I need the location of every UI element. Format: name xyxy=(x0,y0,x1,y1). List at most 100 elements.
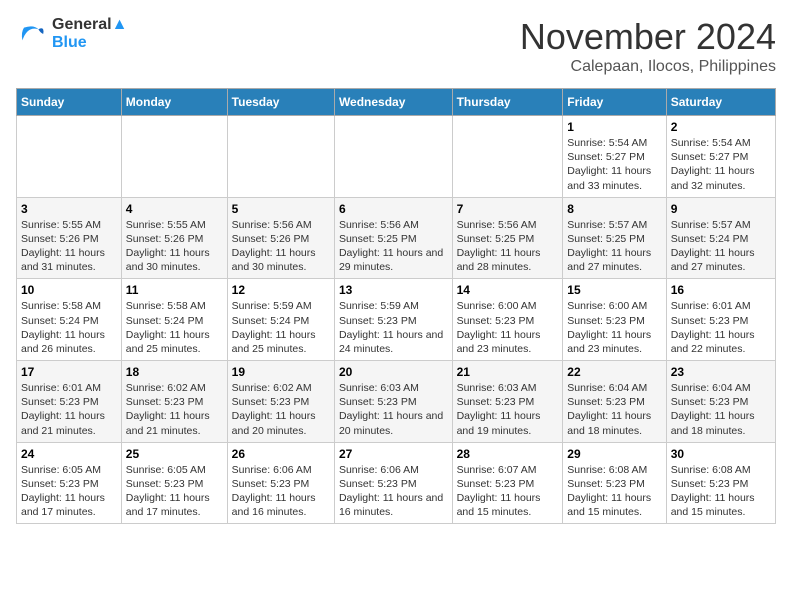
calendar-cell xyxy=(334,116,452,198)
day-number: 11 xyxy=(126,283,223,297)
day-info: Sunrise: 6:03 AMSunset: 5:23 PMDaylight:… xyxy=(457,381,559,438)
title-block: November 2024 Calepaan, Ilocos, Philippi… xyxy=(520,16,776,76)
day-number: 17 xyxy=(21,365,117,379)
day-info: Sunrise: 6:07 AMSunset: 5:23 PMDaylight:… xyxy=(457,463,559,520)
day-number: 5 xyxy=(232,202,330,216)
calendar-cell: 19 Sunrise: 6:02 AMSunset: 5:23 PMDayligh… xyxy=(227,361,334,443)
calendar-week-row: 24Sunrise: 6:05 AMSunset: 5:23 PMDayligh… xyxy=(17,442,776,524)
day-info: Sunrise: 5:56 AMSunset: 5:26 PMDaylight:… xyxy=(232,218,330,275)
day-info: Sunrise: 5:55 AMSunset: 5:26 PMDaylight:… xyxy=(21,218,117,275)
day-number: 2 xyxy=(671,120,771,134)
calendar-cell: 12Sunrise: 5:59 AMSunset: 5:24 PMDayligh… xyxy=(227,279,334,361)
day-info: Sunrise: 6:05 AMSunset: 5:23 PMDaylight:… xyxy=(21,463,117,520)
day-info: Sunrise: 5:55 AMSunset: 5:26 PMDaylight:… xyxy=(126,218,223,275)
calendar-cell xyxy=(17,116,122,198)
day-number: 16 xyxy=(671,283,771,297)
calendar-cell: 25Sunrise: 6:05 AMSunset: 5:23 PMDayligh… xyxy=(121,442,227,524)
day-info: Sunrise: 5:56 AMSunset: 5:25 PMDaylight:… xyxy=(339,218,448,275)
day-number: 10 xyxy=(21,283,117,297)
calendar-cell: 4 Sunrise: 5:55 AMSunset: 5:26 PMDaylight… xyxy=(121,197,227,279)
calendar-cell: 6 Sunrise: 5:56 AMSunset: 5:25 PMDaylight… xyxy=(334,197,452,279)
day-info: Sunrise: 6:06 AMSunset: 5:23 PMDaylight:… xyxy=(339,463,448,520)
day-number: 23 xyxy=(671,365,771,379)
day-number: 8 xyxy=(567,202,661,216)
day-number: 19 xyxy=(232,365,330,379)
day-info: Sunrise: 6:06 AMSunset: 5:23 PMDaylight:… xyxy=(232,463,330,520)
calendar-cell xyxy=(121,116,227,198)
calendar-cell: 11 Sunrise: 5:58 AMSunset: 5:24 PMDayligh… xyxy=(121,279,227,361)
calendar-cell: 16 Sunrise: 6:01 AMSunset: 5:23 PMDayligh… xyxy=(666,279,775,361)
calendar-cell: 8 Sunrise: 5:57 AMSunset: 5:25 PMDaylight… xyxy=(563,197,666,279)
day-number: 20 xyxy=(339,365,448,379)
weekday-header: Tuesday xyxy=(227,89,334,116)
day-info: Sunrise: 6:05 AMSunset: 5:23 PMDaylight:… xyxy=(126,463,223,520)
day-number: 14 xyxy=(457,283,559,297)
day-info: Sunrise: 6:00 AMSunset: 5:23 PMDaylight:… xyxy=(457,299,559,356)
day-info: Sunrise: 5:58 AMSunset: 5:24 PMDaylight:… xyxy=(126,299,223,356)
day-info: Sunrise: 6:01 AMSunset: 5:23 PMDaylight:… xyxy=(671,299,771,356)
logo-text: General▲ Blue xyxy=(52,16,127,52)
calendar-week-row: 3Sunrise: 5:55 AMSunset: 5:26 PMDaylight… xyxy=(17,197,776,279)
day-info: Sunrise: 6:00 AMSunset: 5:23 PMDaylight:… xyxy=(567,299,661,356)
weekday-header: Saturday xyxy=(666,89,775,116)
calendar-cell: 3Sunrise: 5:55 AMSunset: 5:26 PMDaylight… xyxy=(17,197,122,279)
calendar-table: SundayMondayTuesdayWednesdayThursdayFrid… xyxy=(16,88,776,524)
weekday-header: Thursday xyxy=(452,89,563,116)
calendar-cell: 21 Sunrise: 6:03 AMSunset: 5:23 PMDayligh… xyxy=(452,361,563,443)
calendar-cell: 17 Sunrise: 6:01 AMSunset: 5:23 PMDayligh… xyxy=(17,361,122,443)
day-info: Sunrise: 5:58 AMSunset: 5:24 PMDaylight:… xyxy=(21,299,117,356)
weekday-header: Wednesday xyxy=(334,89,452,116)
logo: General▲ Blue xyxy=(16,16,127,52)
weekday-header: Monday xyxy=(121,89,227,116)
calendar-cell: 5 Sunrise: 5:56 AMSunset: 5:26 PMDaylight… xyxy=(227,197,334,279)
day-info: Sunrise: 5:59 AMSunset: 5:24 PMDaylight:… xyxy=(232,299,330,356)
calendar-cell: 18 Sunrise: 6:02 AMSunset: 5:23 PMDayligh… xyxy=(121,361,227,443)
day-number: 30 xyxy=(671,447,771,461)
day-info: Sunrise: 6:08 AMSunset: 5:23 PMDaylight:… xyxy=(567,463,661,520)
day-info: Sunrise: 5:54 AMSunset: 5:27 PMDaylight:… xyxy=(567,136,661,193)
day-info: Sunrise: 5:56 AMSunset: 5:25 PMDaylight:… xyxy=(457,218,559,275)
calendar-cell: 15 Sunrise: 6:00 AMSunset: 5:23 PMDayligh… xyxy=(563,279,666,361)
weekday-header: Friday xyxy=(563,89,666,116)
day-number: 15 xyxy=(567,283,661,297)
day-info: Sunrise: 5:59 AMSunset: 5:23 PMDaylight:… xyxy=(339,299,448,356)
day-number: 4 xyxy=(126,202,223,216)
calendar-cell xyxy=(227,116,334,198)
calendar-cell: 22Sunrise: 6:04 AMSunset: 5:23 PMDayligh… xyxy=(563,361,666,443)
day-info: Sunrise: 6:03 AMSunset: 5:23 PMDaylight:… xyxy=(339,381,448,438)
calendar-cell: 10 Sunrise: 5:58 AMSunset: 5:24 PMDayligh… xyxy=(17,279,122,361)
day-info: Sunrise: 5:57 AMSunset: 5:24 PMDaylight:… xyxy=(671,218,771,275)
page-header: General▲ Blue November 2024 Calepaan, Il… xyxy=(16,16,776,76)
calendar-cell: 23 Sunrise: 6:04 AMSunset: 5:23 PMDayligh… xyxy=(666,361,775,443)
calendar-cell: 13 Sunrise: 5:59 AMSunset: 5:23 PMDayligh… xyxy=(334,279,452,361)
day-info: Sunrise: 6:02 AMSunset: 5:23 PMDaylight:… xyxy=(232,381,330,438)
calendar-cell: 29 Sunrise: 6:08 AMSunset: 5:23 PMDayligh… xyxy=(563,442,666,524)
location: Calepaan, Ilocos, Philippines xyxy=(520,58,776,76)
calendar-cell: 20 Sunrise: 6:03 AMSunset: 5:23 PMDayligh… xyxy=(334,361,452,443)
day-info: Sunrise: 6:02 AMSunset: 5:23 PMDaylight:… xyxy=(126,381,223,438)
calendar-cell: 2Sunrise: 5:54 AMSunset: 5:27 PMDaylight… xyxy=(666,116,775,198)
weekday-header: Sunday xyxy=(17,89,122,116)
day-number: 22 xyxy=(567,365,661,379)
calendar-cell: 26 Sunrise: 6:06 AMSunset: 5:23 PMDayligh… xyxy=(227,442,334,524)
day-number: 28 xyxy=(457,447,559,461)
calendar-cell xyxy=(452,116,563,198)
calendar-cell: 9 Sunrise: 5:57 AMSunset: 5:24 PMDaylight… xyxy=(666,197,775,279)
calendar-week-row: 1Sunrise: 5:54 AMSunset: 5:27 PMDaylight… xyxy=(17,116,776,198)
day-number: 18 xyxy=(126,365,223,379)
day-info: Sunrise: 6:04 AMSunset: 5:23 PMDaylight:… xyxy=(671,381,771,438)
day-number: 9 xyxy=(671,202,771,216)
day-number: 13 xyxy=(339,283,448,297)
day-number: 26 xyxy=(232,447,330,461)
day-info: Sunrise: 5:57 AMSunset: 5:25 PMDaylight:… xyxy=(567,218,661,275)
weekday-header-row: SundayMondayTuesdayWednesdayThursdayFrid… xyxy=(17,89,776,116)
calendar-cell: 27Sunrise: 6:06 AMSunset: 5:23 PMDayligh… xyxy=(334,442,452,524)
day-info: Sunrise: 6:01 AMSunset: 5:23 PMDaylight:… xyxy=(21,381,117,438)
calendar-cell: 1Sunrise: 5:54 AMSunset: 5:27 PMDaylight… xyxy=(563,116,666,198)
day-number: 29 xyxy=(567,447,661,461)
day-number: 6 xyxy=(339,202,448,216)
calendar-cell: 30Sunrise: 6:08 AMSunset: 5:23 PMDayligh… xyxy=(666,442,775,524)
calendar-week-row: 10 Sunrise: 5:58 AMSunset: 5:24 PMDayligh… xyxy=(17,279,776,361)
day-number: 21 xyxy=(457,365,559,379)
calendar-cell: 7Sunrise: 5:56 AMSunset: 5:25 PMDaylight… xyxy=(452,197,563,279)
